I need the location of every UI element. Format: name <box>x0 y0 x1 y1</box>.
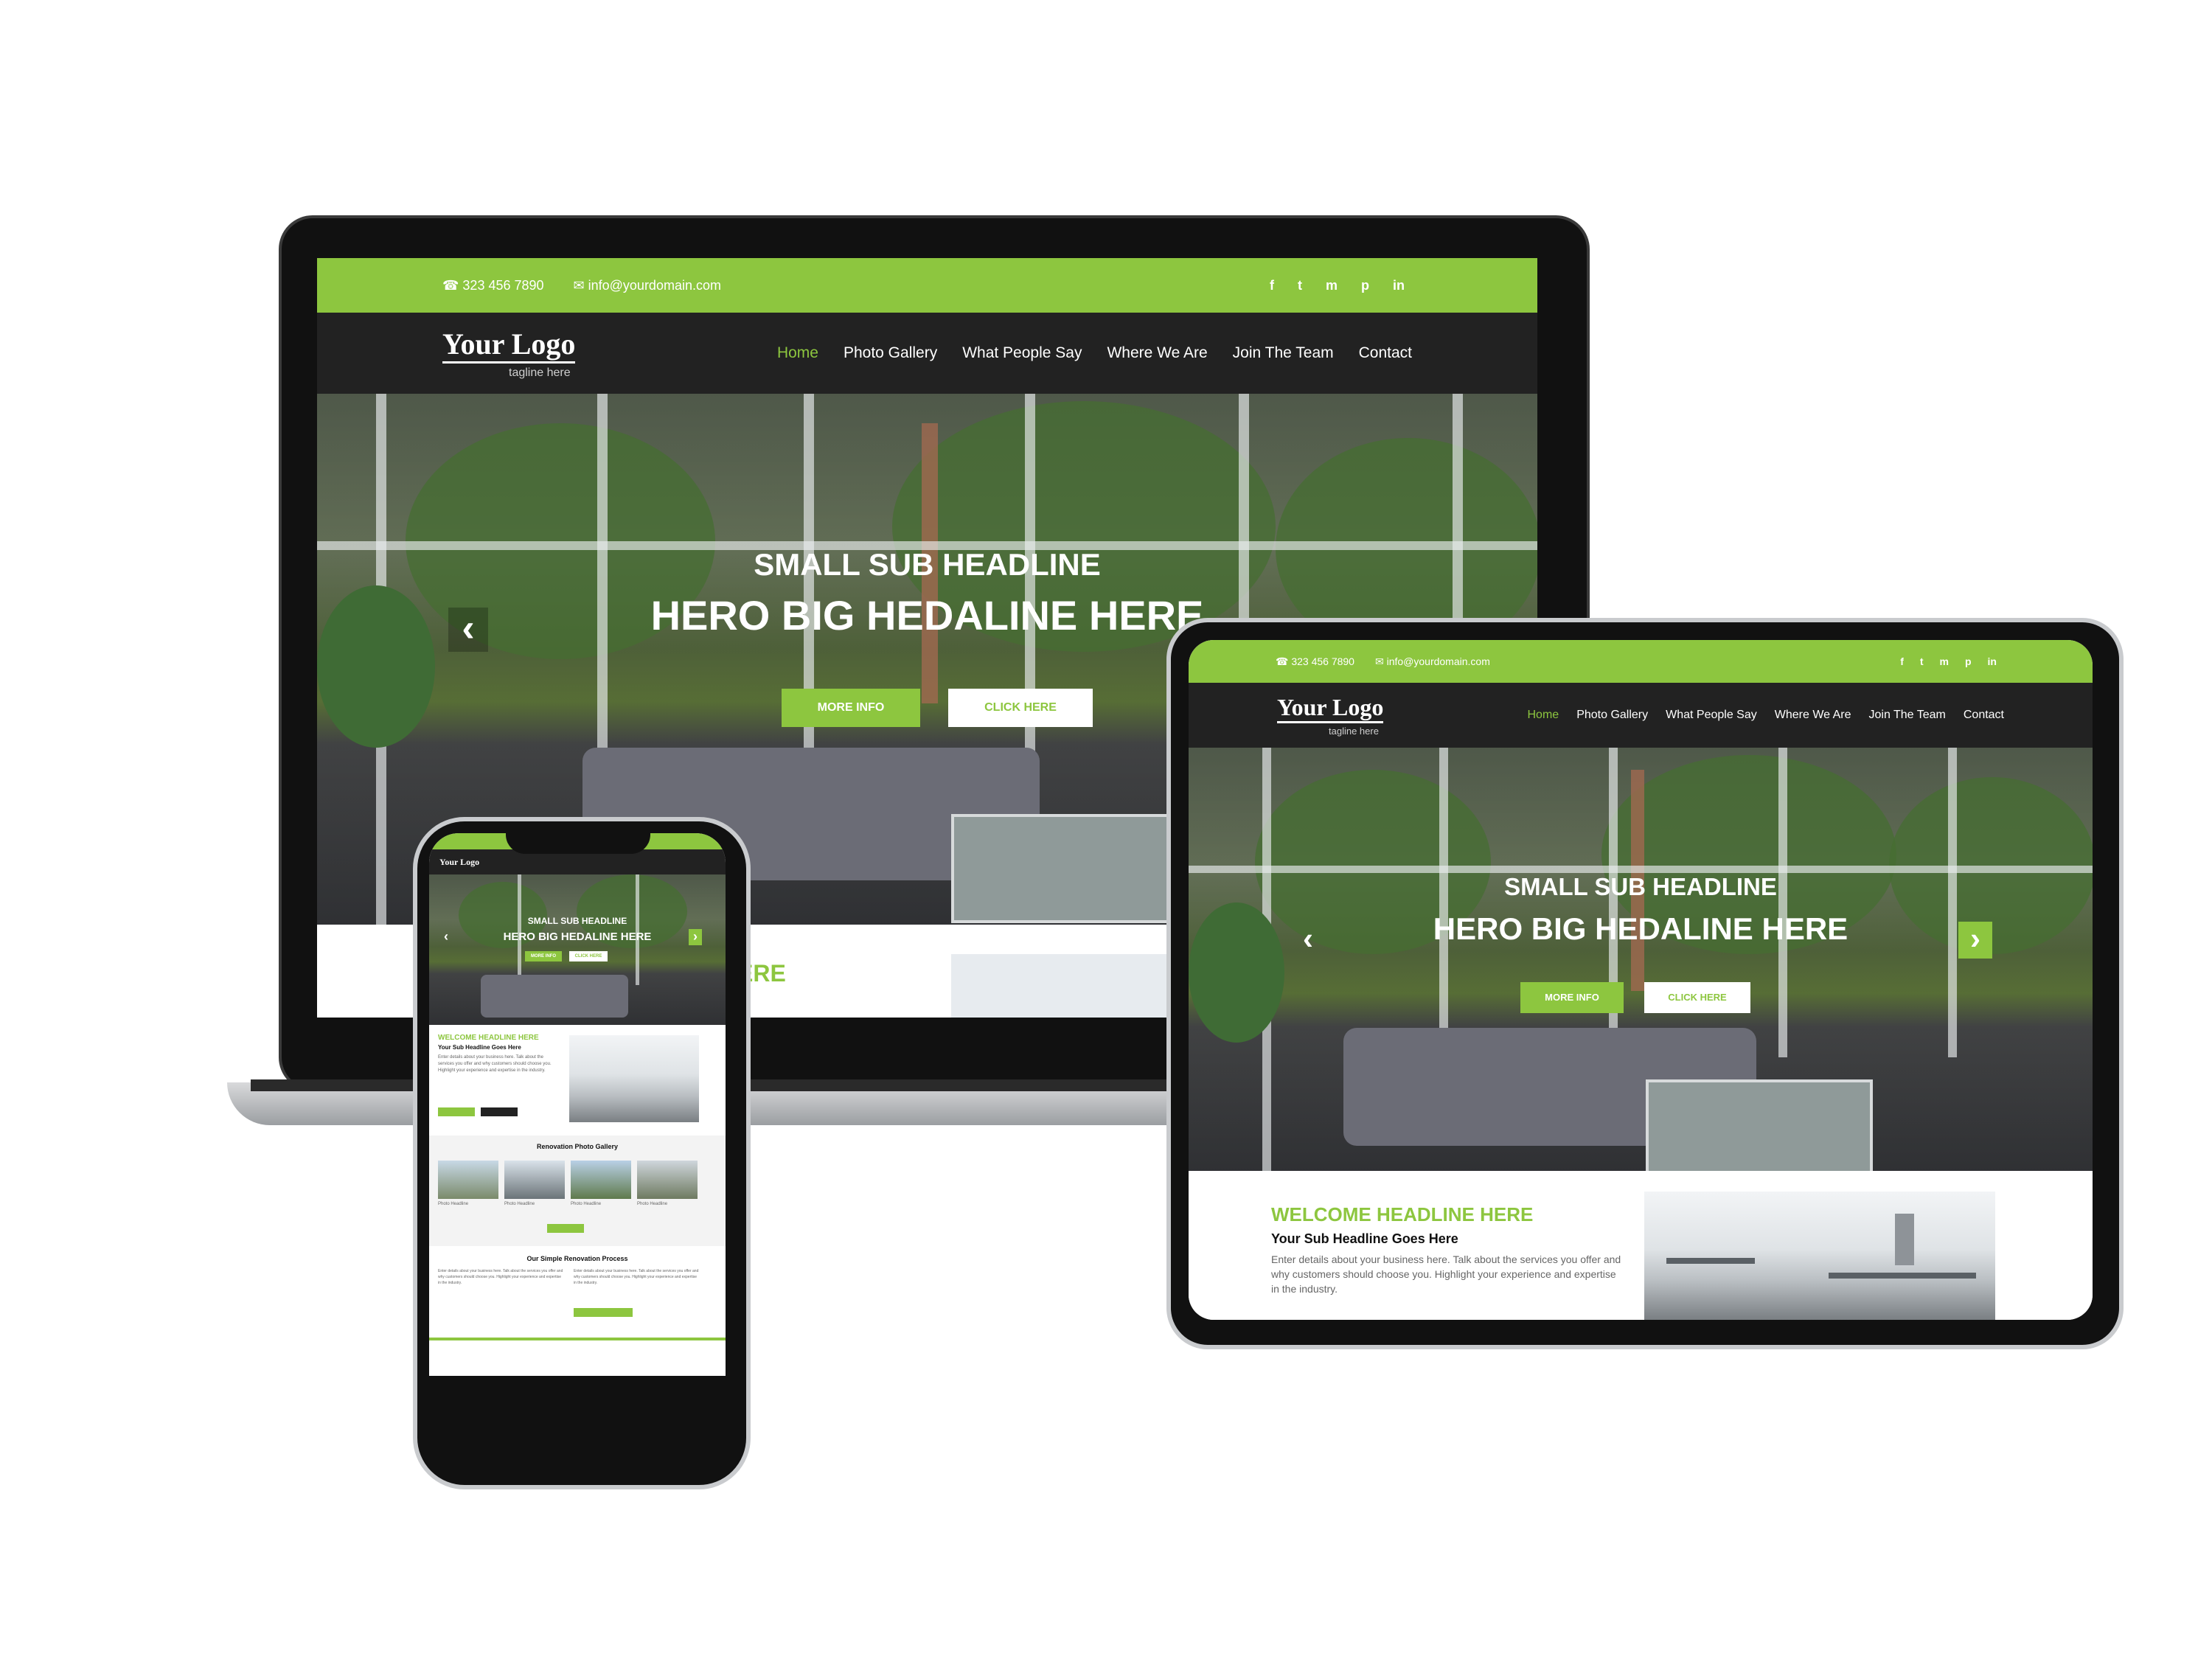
main-nav: Your Logo tagline here Home Photo Galler… <box>1189 683 2093 748</box>
view-gallery-button[interactable] <box>547 1224 584 1233</box>
phone-notch <box>506 821 650 854</box>
process-paragraph: Enter details about your business here. … <box>438 1269 563 1285</box>
hero-slider: SMALL SUB HEADLINE HERO BIG HEDALINE HER… <box>429 874 726 1025</box>
site-logo[interactable]: Your Logo <box>439 857 479 868</box>
email-icon[interactable]: m <box>1326 278 1338 293</box>
click-here-button[interactable]: CLICK HERE <box>948 689 1093 727</box>
click-here-button[interactable]: CLICK HERE <box>1644 982 1750 1013</box>
welcome-section: WELCOME HEADLINE HERE Your Sub Headline … <box>429 1025 726 1135</box>
email-address[interactable]: ✉ info@yourdomain.com <box>1375 655 1490 668</box>
email-icon[interactable]: m <box>1940 655 1949 667</box>
hero-subheadline: SMALL SUB HEADLINE <box>754 547 1101 582</box>
gallery-photo[interactable] <box>438 1161 498 1199</box>
click-here-button[interactable]: CLICK HERE <box>569 951 608 961</box>
process-section: Our Simple Renovation Process Enter deta… <box>429 1246 726 1349</box>
welcome-headline: WELCOME HEADLINE HERE <box>438 1034 539 1042</box>
more-info-button[interactable]: MORE INFO <box>525 951 562 961</box>
phone-number[interactable]: ☎ 323 456 7890 <box>442 278 544 293</box>
contact-button[interactable] <box>481 1107 518 1116</box>
slider-prev-arrow[interactable]: ‹ <box>448 608 488 652</box>
gallery-photo[interactable] <box>504 1161 565 1199</box>
email-address[interactable]: ✉ info@yourdomain.com <box>574 278 721 293</box>
site-logo[interactable]: Your Logo tagline here <box>1277 694 1384 737</box>
hero-headline: HERO BIG HEDALINE HERE <box>503 931 652 943</box>
phone-number[interactable]: ☎ 323 456 7890 <box>1276 655 1354 668</box>
hero-subheadline: SMALL SUB HEADLINE <box>1504 873 1777 900</box>
nav-item-photo-gallery[interactable]: Photo Gallery <box>1576 709 1648 722</box>
gallery-caption: Photo Headline <box>504 1202 535 1206</box>
nav-item-photo-gallery[interactable]: Photo Gallery <box>844 344 937 362</box>
more-info-button[interactable]: MORE INFO <box>782 689 920 727</box>
learn-more-button[interactable] <box>438 1107 475 1116</box>
nav-item-what-people-say[interactable]: What People Say <box>962 344 1082 362</box>
welcome-section: WELCOME HEADLINE HERE Your Sub Headline … <box>1189 1171 2093 1320</box>
welcome-paragraph: Enter details about your business here. … <box>438 1055 552 1073</box>
kitchen-photo <box>569 1035 699 1122</box>
hero-slider: SMALL SUB HEADLINE HERO BIG HEDALINE HER… <box>1189 748 2093 1171</box>
slider-prev-arrow[interactable]: ‹ <box>439 929 453 945</box>
gallery-photo[interactable] <box>637 1161 698 1199</box>
nav-item-what-people-say[interactable]: What People Say <box>1666 709 1757 722</box>
top-bar: ☎ 323 456 7890 ✉ info@yourdomain.com f t… <box>1189 640 2093 683</box>
free-estimate-button[interactable] <box>574 1308 633 1317</box>
process-paragraph-2: Enter details about your business here. … <box>574 1269 699 1285</box>
gallery-caption: Photo Headline <box>637 1202 668 1206</box>
facebook-icon[interactable]: f <box>1270 278 1274 293</box>
nav-menu: Home Photo Gallery What People Say Where… <box>777 344 1412 362</box>
phone-screen-website: Your Logo SMALL SUB HEADLINE HERO BIG HE… <box>429 833 726 1376</box>
nav-item-contact[interactable]: Contact <box>1359 344 1412 362</box>
gallery-photo[interactable] <box>571 1161 631 1199</box>
nav-item-home[interactable]: Home <box>777 344 818 362</box>
main-nav: Your Logo tagline here Home Photo Galler… <box>317 313 1537 394</box>
nav-item-join-the-team[interactable]: Join The Team <box>1869 709 1946 722</box>
social-icons: f t m p in <box>1270 278 1537 293</box>
gallery-caption: Photo Headline <box>438 1202 469 1206</box>
slider-prev-arrow[interactable]: ‹ <box>1292 922 1324 959</box>
social-icons: f t m p in <box>1900 655 2093 667</box>
contact-info: ☎ 323 456 7890 ✉ info@yourdomain.com <box>1276 655 1490 668</box>
facebook-icon[interactable]: f <box>1900 655 1904 667</box>
gallery-caption: Photo Headline <box>571 1202 602 1206</box>
footer-divider <box>429 1338 726 1340</box>
contact-info: ☎ 323 456 7890 ✉ info@yourdomain.com <box>442 278 721 293</box>
nav-item-where-we-are[interactable]: Where We Are <box>1107 344 1207 362</box>
top-bar: ☎ 323 456 7890 ✉ info@yourdomain.com f t… <box>317 258 1537 313</box>
welcome-paragraph: Enter details about your business here. … <box>1271 1253 1621 1295</box>
nav-item-contact[interactable]: Contact <box>1964 709 2004 722</box>
more-info-button[interactable]: MORE INFO <box>1520 982 1624 1013</box>
twitter-icon[interactable]: t <box>1920 655 1924 667</box>
slider-next-arrow[interactable]: › <box>1958 922 1992 959</box>
site-logo[interactable]: Your Logo tagline here <box>442 327 576 380</box>
nav-item-join-the-team[interactable]: Join The Team <box>1233 344 1334 362</box>
linkedin-icon[interactable]: in <box>1393 278 1405 293</box>
welcome-subheadline: Your Sub Headline Goes Here <box>1271 1231 1458 1246</box>
pinterest-icon[interactable]: p <box>1965 655 1972 667</box>
welcome-headline: WELCOME HEADLINE HERE <box>1271 1203 1534 1225</box>
slider-next-arrow[interactable]: › <box>689 929 702 945</box>
pinterest-icon[interactable]: p <box>1361 278 1369 293</box>
nav-menu: Home Photo Gallery What People Say Where… <box>1528 709 2005 722</box>
twitter-icon[interactable]: t <box>1298 278 1302 293</box>
linkedin-icon[interactable]: in <box>1988 655 1997 667</box>
hero-subheadline: SMALL SUB HEADLINE <box>527 916 627 926</box>
gallery-section: Renovation Photo Gallery Photo Headline … <box>429 1135 726 1246</box>
kitchen-photo <box>1644 1192 1995 1320</box>
tablet-screen-website: ☎ 323 456 7890 ✉ info@yourdomain.com f t… <box>1189 640 2093 1320</box>
nav-item-home[interactable]: Home <box>1528 709 1559 722</box>
nav-item-where-we-are[interactable]: Where We Are <box>1775 709 1851 722</box>
process-title: Our Simple Renovation Process <box>526 1255 628 1262</box>
gallery-title: Renovation Photo Gallery <box>536 1143 619 1150</box>
welcome-subheadline: Your Sub Headline Goes Here <box>438 1044 521 1051</box>
